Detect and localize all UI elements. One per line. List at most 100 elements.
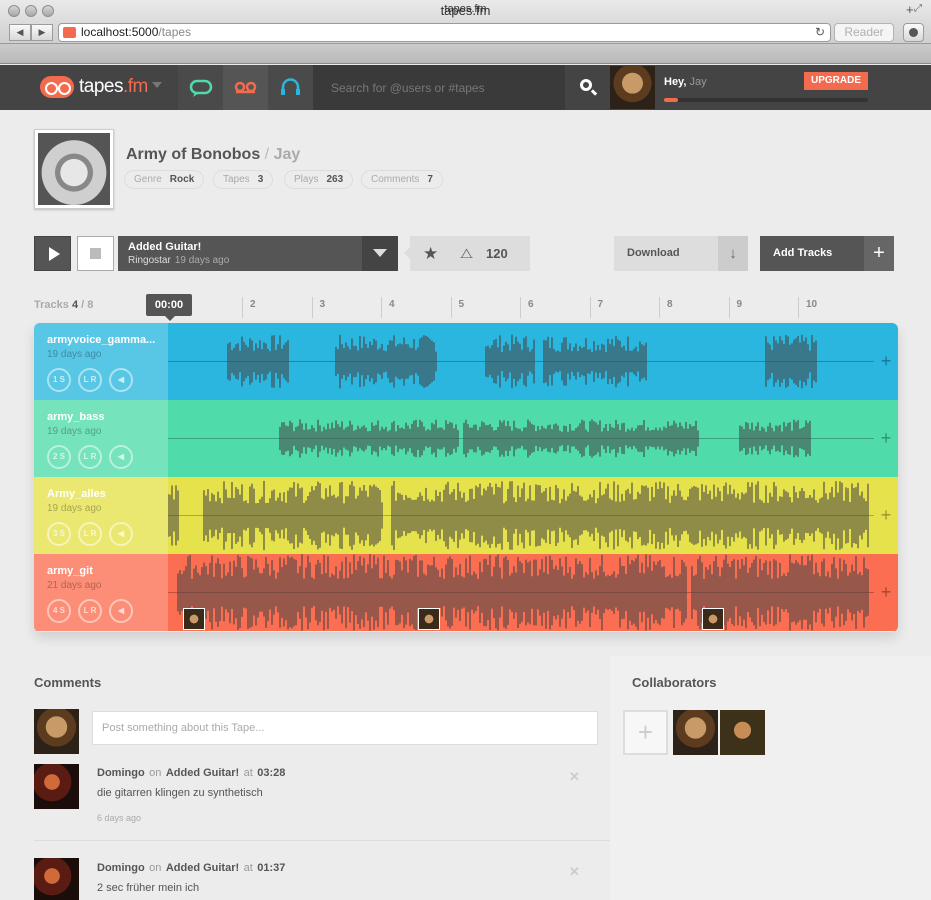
track-row[interactable]: Army_alles 19 days ago 3 S L R ◀ + — [34, 477, 898, 554]
logo-suffix: .fm — [122, 76, 148, 97]
playhead-time[interactable]: 00:00 — [146, 294, 192, 321]
track-solo-knob[interactable]: 2 S — [47, 445, 71, 469]
comment-author[interactable]: Domingo — [97, 767, 145, 779]
tab-title[interactable]: tapes.fm — [0, 3, 931, 15]
track-row[interactable]: armyvoice_gamma... 19 days ago 1 S L R ◀ + — [34, 323, 898, 400]
comment-age: 6 days ago — [97, 813, 142, 823]
tracks-count: Tracks 4 / 8 — [34, 299, 94, 311]
waveform-path — [168, 480, 869, 551]
track-header: armyvoice_gamma... 19 days ago 1 S L R ◀ — [34, 323, 168, 400]
add-tracks-button[interactable]: Add Tracks + — [760, 236, 894, 271]
track-waveform[interactable] — [168, 400, 874, 477]
plus-icon[interactable]: + — [874, 477, 898, 554]
plays-pill: Plays 263 — [284, 170, 354, 189]
plus-icon[interactable]: + — [874, 554, 898, 631]
chevron-down-icon[interactable] — [362, 236, 398, 271]
add-collaborator-button[interactable]: + — [623, 710, 668, 755]
upgrade-button[interactable]: UPGRADE — [804, 72, 868, 90]
track-pan-knob[interactable]: L R — [78, 368, 102, 392]
arrow-down-icon: ↓ — [718, 236, 748, 271]
track-name[interactable]: army_bass — [47, 411, 161, 423]
comments-heading: Comments — [34, 675, 102, 690]
track-waveform[interactable] — [168, 554, 874, 631]
plus-icon[interactable]: + — [874, 323, 898, 400]
new-tab-icon[interactable]: + — [906, 2, 914, 17]
delete-comment-icon[interactable]: ✕ — [569, 864, 580, 880]
track-row[interactable]: army_git 21 days ago 4 S L R ◀ + — [34, 554, 898, 631]
ruler-tick: 5 — [450, 297, 464, 318]
timeline-comment-marker[interactable] — [418, 608, 440, 630]
genre-pill: Genre Rock — [124, 170, 205, 189]
track-pan-knob[interactable]: L R — [78, 445, 102, 469]
collaborator-avatar[interactable] — [673, 710, 718, 755]
storage-progress-fill — [664, 98, 679, 102]
play-button[interactable] — [34, 236, 71, 271]
track-solo-knob[interactable]: 4 S — [47, 599, 71, 623]
favicon-icon — [63, 27, 76, 38]
logo-prefix: tapes — [79, 76, 123, 97]
comment-header: Domingo on Added Guitar! at 03:28 — [97, 763, 285, 781]
download-label: Download — [627, 247, 680, 259]
volume-icon[interactable]: ◀ — [109, 522, 133, 546]
delete-comment-icon[interactable]: ✕ — [569, 769, 580, 785]
track-pan-knob[interactable]: L R — [78, 599, 102, 623]
comment-time[interactable]: 01:37 — [257, 862, 285, 874]
chat-nav-button[interactable] — [178, 65, 223, 110]
comment-version[interactable]: Added Guitar! — [166, 767, 239, 779]
comment-avatar[interactable] — [34, 858, 79, 900]
collaborators-panel — [610, 656, 931, 900]
listen-nav-button[interactable] — [268, 65, 313, 110]
tracks-label: Tracks — [34, 299, 69, 311]
back-icon[interactable]: ◀ — [9, 24, 31, 41]
stop-button[interactable] — [77, 236, 114, 271]
track-waveform[interactable] — [168, 477, 874, 554]
track-waveform[interactable] — [168, 323, 874, 400]
tape-owner[interactable]: Jay — [274, 146, 301, 163]
track-solo-knob[interactable]: 3 S — [47, 522, 71, 546]
timeline-comment-marker[interactable] — [702, 608, 724, 630]
volume-icon[interactable]: ◀ — [109, 368, 133, 392]
address-bar[interactable]: localhost:5000/tapes — [58, 23, 831, 42]
download-button[interactable]: Download ↓ — [614, 236, 748, 271]
search-icon[interactable] — [580, 79, 592, 91]
ruler-tick: 6 — [520, 297, 534, 318]
track-name[interactable]: Army_alles — [47, 488, 161, 500]
comment-version[interactable]: Added Guitar! — [166, 862, 239, 874]
metronome-icon[interactable]: ⧍ — [460, 245, 473, 262]
comment-author[interactable]: Domingo — [97, 862, 145, 874]
bpm-value: 120 — [486, 246, 508, 261]
comment-avatar[interactable] — [34, 764, 79, 809]
forward-icon[interactable]: ▶ — [31, 24, 53, 41]
volume-icon[interactable]: ◀ — [109, 599, 133, 623]
user-avatar[interactable] — [610, 66, 655, 109]
volume-icon[interactable]: ◀ — [109, 445, 133, 469]
collaborator-avatar[interactable] — [720, 710, 765, 755]
track-row[interactable]: army_bass 19 days ago 2 S L R ◀ + — [34, 400, 898, 477]
tapes-pill: Tapes 3 — [213, 170, 274, 189]
comment-time[interactable]: 03:28 — [257, 767, 285, 779]
search-input[interactable]: Search for @users or #tapes — [313, 65, 565, 110]
tapes-logo-icon[interactable] — [40, 76, 74, 98]
track-header: Army_alles 19 days ago 3 S L R ◀ — [34, 477, 168, 554]
track-pan-knob[interactable]: L R — [78, 522, 102, 546]
tapes-value: 3 — [257, 174, 264, 185]
comment-divider — [34, 840, 610, 841]
star-icon[interactable]: ★ — [423, 244, 438, 264]
track-name[interactable]: army_git — [47, 565, 161, 577]
plays-label: Plays — [294, 174, 319, 185]
logo-text[interactable]: tapes.fm — [79, 76, 148, 98]
track-name[interactable]: armyvoice_gamma... — [47, 334, 161, 346]
greeting-text: Hey, — [664, 76, 687, 88]
storage-progress-bar — [664, 98, 868, 102]
timeline-comment-marker[interactable] — [183, 608, 205, 630]
track-solo-knob[interactable]: 1 S — [47, 368, 71, 392]
tapes-nav-button[interactable] — [223, 65, 268, 110]
comment-input[interactable]: Post something about this Tape... — [92, 711, 598, 745]
plus-icon[interactable]: + — [874, 400, 898, 477]
version-selector[interactable]: Added Guitar! Ringostar 19 days ago — [118, 236, 398, 271]
reload-icon[interactable]: ↻ — [815, 25, 825, 39]
reader-button[interactable]: Reader — [834, 23, 894, 42]
downloads-icon[interactable] — [903, 23, 924, 42]
tape-name[interactable]: Army of Bonobos — [126, 146, 260, 163]
chevron-down-icon[interactable] — [152, 82, 162, 88]
